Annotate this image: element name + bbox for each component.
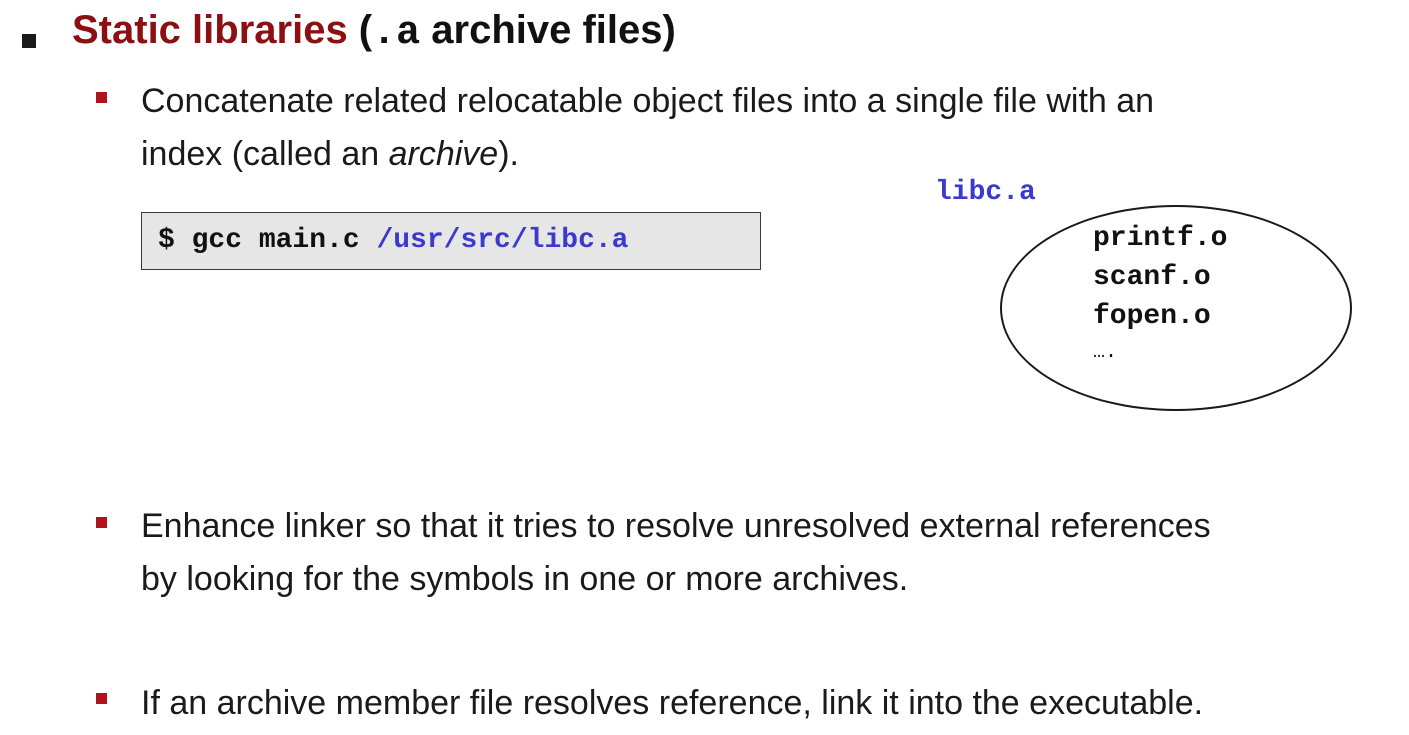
archive-label: libc.a	[935, 177, 1036, 208]
bullet-1-line-1: Concatenate related relocatable object f…	[141, 82, 1155, 120]
command-path: /usr/src/libc.a	[376, 225, 629, 256]
square-bullet-icon	[96, 693, 107, 704]
heading-code: .a	[372, 11, 421, 56]
bullet-1-line-2-prefix: index (called an	[141, 135, 389, 173]
bullet-2-line-1: Enhance linker so that it tries to resol…	[141, 507, 1211, 545]
slide-heading: Static libraries (.a archive files)	[72, 4, 676, 60]
square-bullet-icon	[96, 517, 107, 528]
bullet-1-line-2-suffix: ).	[498, 135, 519, 173]
square-bullet-icon	[22, 34, 36, 48]
bullet-1-line-2-italic: archive	[388, 135, 499, 173]
heading-rest: archive files)	[420, 8, 676, 52]
bullet-1-line-2: index (called an archive).	[141, 128, 519, 180]
command-prefix: $ gcc main.c	[158, 225, 377, 256]
archive-member: fopen.o	[1093, 301, 1211, 332]
bullet-3-line-1: If an archive member file resolves refer…	[141, 684, 1204, 722]
command-box: $ gcc main.c /usr/src/libc.a	[141, 212, 761, 270]
archive-more: ….	[1093, 341, 1118, 364]
archive-member: printf.o	[1093, 223, 1228, 254]
heading-open: (	[347, 8, 373, 52]
bullet-2-line-2: by looking for the symbols in one or mor…	[141, 560, 909, 598]
slide: Static libraries (.a archive files) Conc…	[0, 0, 1409, 735]
square-bullet-icon	[96, 92, 107, 103]
archive-member: scanf.o	[1093, 262, 1211, 293]
heading-accent: Static libraries	[72, 8, 348, 52]
